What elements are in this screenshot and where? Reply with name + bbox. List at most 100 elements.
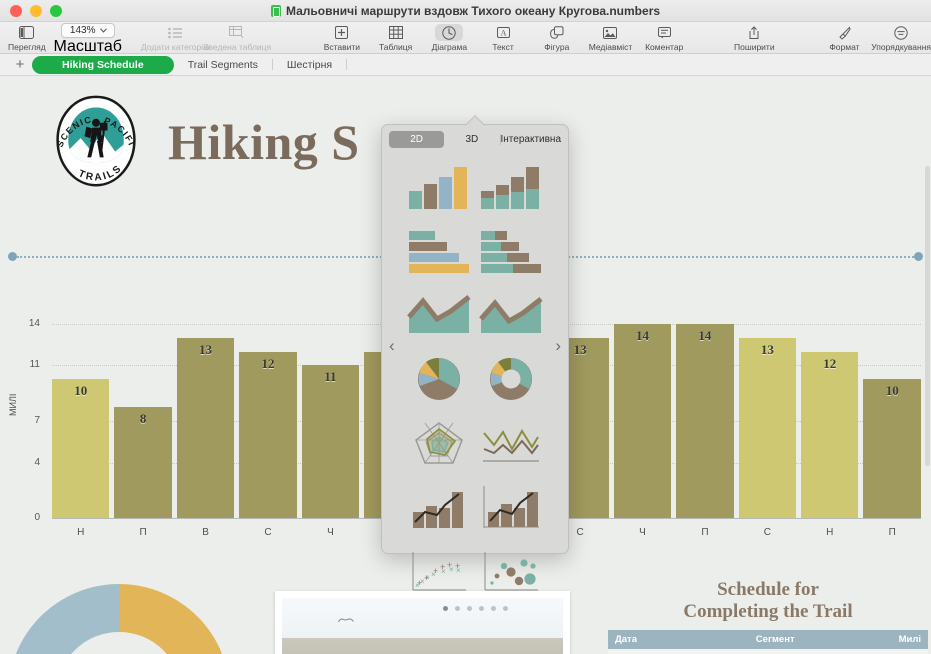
guide-handle-right[interactable]: [914, 252, 923, 261]
add-sheet-button[interactable]: +: [8, 57, 32, 72]
chart-type-donut[interactable]: [476, 348, 546, 410]
segment-3d[interactable]: 3D: [444, 131, 499, 148]
bar[interactable]: 13: [738, 337, 797, 518]
sheet-tab-trail-segments[interactable]: Trail Segments: [174, 57, 272, 73]
page-dot[interactable]: [454, 606, 460, 611]
bar-column[interactable]: 14: [613, 310, 672, 518]
toolbar-pivot-table-button[interactable]: Зведена таблиця: [203, 22, 272, 52]
chart-type-column-line-combo[interactable]: [404, 476, 474, 538]
chart-type-stacked-column[interactable]: [476, 156, 546, 218]
cell-date[interactable]: 5-20 Липня 2015 р.: [608, 648, 749, 654]
toolbar-arrange-button[interactable]: Упорядкування: [871, 22, 931, 52]
toolbar-add-category-label: Додати категорію: [141, 42, 210, 52]
schedule-table-block[interactable]: Schedule for Completing the Trail Дата С…: [608, 579, 928, 654]
svg-text:+: +: [440, 562, 445, 572]
cell-miles[interactable]: 190: [879, 648, 928, 654]
toolbar-zoom-control[interactable]: 143% Масштаб: [54, 22, 122, 56]
chart-type-line[interactable]: [476, 412, 546, 474]
gallery-page-dots[interactable]: [382, 602, 568, 619]
page-dot[interactable]: [442, 606, 448, 611]
sheet-tab-gear[interactable]: Шестірня: [273, 57, 346, 73]
zoom-pill[interactable]: 143%: [60, 23, 115, 38]
bar[interactable]: 14: [676, 323, 734, 518]
toolbar-add-category-button[interactable]: Додати категорію: [141, 22, 210, 52]
svg-text:+: +: [424, 573, 429, 583]
toolbar-insert-label: Вставити: [323, 42, 361, 52]
chart-type-scatter[interactable]: × × × × × × × + + + + + +: [404, 540, 474, 602]
chart-type-popover[interactable]: 2D 3D Інтерактивна × × × × × × × + + + +…: [381, 115, 569, 611]
toolbar-text-button[interactable]: A Текст: [476, 22, 530, 52]
bar[interactable]: 10: [863, 379, 921, 518]
page-dot[interactable]: [466, 606, 472, 611]
comment-icon: [657, 24, 671, 41]
gallery-prev-button[interactable]: ‹: [389, 337, 395, 354]
guide-handle-left[interactable]: [8, 252, 17, 261]
bar-column[interactable]: 13: [738, 310, 797, 518]
toolbar-table-button[interactable]: Таблиця: [369, 22, 423, 52]
toolbar-share-button[interactable]: Поширити: [727, 22, 781, 52]
y-tick-label: 4: [34, 456, 40, 468]
segment-interactive[interactable]: Інтерактивна: [501, 131, 562, 148]
chart-type-column[interactable]: [404, 156, 474, 218]
toolbar-comment-button[interactable]: Коментар: [637, 22, 691, 52]
chart-dimension-segmented-control[interactable]: 2D 3D Інтерактивна: [389, 131, 561, 148]
bar[interactable]: 12: [239, 351, 297, 518]
chart-type-bar[interactable]: [404, 220, 474, 282]
vertical-scrollbar[interactable]: [925, 166, 930, 466]
scenic-pacific-trails-logo: SCENIC PACIFIC TRAILS: [48, 94, 136, 187]
toolbar-shape-button[interactable]: Фігура: [530, 22, 584, 52]
page-dot[interactable]: [502, 606, 508, 611]
toolbar-arrange-label: Упорядкування: [871, 42, 931, 52]
segment-2d[interactable]: 2D: [389, 131, 445, 148]
chart-type-gallery[interactable]: × × × × × × × + + + + + +: [382, 150, 568, 602]
toolbar-media-button[interactable]: Медіавміст: [584, 22, 638, 52]
toolbar-chart-button[interactable]: Діаграма: [422, 22, 476, 52]
page-dot[interactable]: [490, 606, 496, 611]
bar-column[interactable]: 10: [52, 310, 110, 518]
bar[interactable]: 11: [301, 365, 360, 518]
sheet-canvas[interactable]: SCENIC PACIFIC TRAILS Hiking S МИЛІ 0 4 7 1…: [0, 76, 931, 654]
bar-column[interactable]: 12: [239, 310, 297, 518]
cell-segment[interactable]: California Sections P, Q, R: [748, 648, 880, 654]
bar-value-label: 11: [324, 369, 337, 385]
chart-type-stacked-area[interactable]: [476, 284, 546, 346]
gallery-next-button[interactable]: ›: [555, 337, 561, 354]
bar[interactable]: 14: [613, 323, 672, 518]
chart-type-bubble[interactable]: [476, 540, 546, 602]
sheet-tab-hiking-schedule[interactable]: Hiking Schedule: [32, 55, 174, 74]
chart-type-area[interactable]: [404, 284, 474, 346]
chart-type-column-line-combo-2[interactable]: [476, 476, 546, 538]
bar-column[interactable]: 10: [863, 310, 921, 518]
bar[interactable]: 12: [801, 351, 859, 518]
chart-type-pie[interactable]: [404, 348, 474, 410]
toolbar-view-button[interactable]: Перегляд: [0, 22, 54, 52]
bar-column[interactable]: 11: [301, 310, 360, 518]
bar-column[interactable]: 12: [801, 310, 859, 518]
schedule-table[interactable]: Дата Сегмент Милі 5-20 Липня 2015 р.Cali…: [608, 629, 928, 654]
bar[interactable]: 8: [114, 407, 172, 518]
toolbar-pivot-table-label: Зведена таблиця: [203, 42, 272, 52]
toolbar-insert-button[interactable]: Вставити: [315, 22, 369, 52]
insert-icon: [335, 24, 349, 41]
toolbar-table-label: Таблиця: [379, 42, 413, 52]
bar-value-label: 14: [636, 327, 649, 343]
chart-type-stacked-bar[interactable]: [476, 220, 546, 282]
bar-column[interactable]: 8: [114, 310, 172, 518]
bar[interactable]: 13: [176, 337, 235, 518]
area-chart-icon: [407, 295, 471, 333]
svg-text:+: +: [455, 561, 460, 571]
share-icon: [748, 24, 760, 41]
bar[interactable]: 10: [52, 379, 110, 518]
column-header-segment[interactable]: Сегмент: [748, 629, 880, 649]
column-header-miles[interactable]: Милі: [879, 629, 928, 649]
bar-column[interactable]: 14: [676, 310, 734, 518]
page-dot[interactable]: [478, 606, 484, 611]
bar-column[interactable]: 13: [176, 310, 235, 518]
column-header-date[interactable]: Дата: [608, 629, 749, 649]
percentage-of-trail-donut-chart[interactable]: Percentage of Trail: [8, 584, 230, 654]
sheet-header-row: SCENIC PACIFIC TRAILS Hiking S: [0, 94, 360, 190]
toolbar-format-button[interactable]: Формат: [818, 22, 872, 52]
bar-value-label: 10: [74, 383, 88, 399]
table-row[interactable]: 5-20 Липня 2015 р.California Sections P,…: [608, 648, 928, 654]
chart-type-radar[interactable]: [404, 412, 474, 474]
